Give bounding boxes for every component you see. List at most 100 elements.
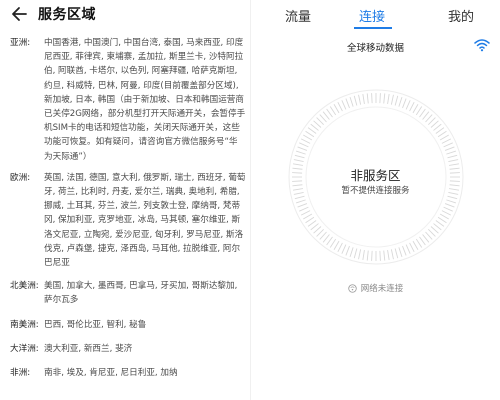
- dial-tick: [425, 114, 433, 123]
- dial-tick: [439, 134, 449, 141]
- page-title: 服务区域: [38, 7, 96, 23]
- dial-tick: [398, 247, 403, 258]
- dial-tick: [366, 250, 369, 261]
- tab-traffic[interactable]: 流量: [285, 6, 311, 25]
- dial-tick: [366, 93, 369, 104]
- dial-tick: [435, 220, 445, 227]
- dial-tick: [329, 238, 337, 248]
- network-status-text: 网络未连接: [360, 284, 404, 294]
- dial-tick: [305, 130, 315, 138]
- dial-tick: [415, 238, 423, 248]
- dial-tick: [383, 93, 386, 104]
- dial-tick: [435, 127, 445, 134]
- region-name: 大洋洲:: [10, 343, 39, 354]
- dial-tick: [341, 100, 347, 110]
- dial-tick: [307, 127, 317, 134]
- dial-tick: [300, 138, 311, 144]
- dial-tick: [441, 210, 452, 216]
- left-header: 服务区域: [0, 0, 250, 30]
- dial-tick: [430, 120, 439, 128]
- dial-tick: [446, 199, 457, 204]
- dial-tick: [303, 134, 313, 141]
- dial-tick: [326, 236, 333, 246]
- dial-tick: [358, 94, 362, 105]
- dial-tick: [446, 150, 457, 155]
- dial-tick: [295, 150, 306, 155]
- region-oceania: 大洋洲: 澳大利亚, 新西兰, 斐济: [10, 342, 246, 356]
- dial-tick: [437, 216, 447, 224]
- dial-tick: [333, 104, 340, 114]
- dial-tick: [443, 206, 453, 212]
- dial-tick: [422, 111, 430, 120]
- dial-tick: [441, 138, 452, 144]
- dial-tick: [419, 236, 426, 246]
- region-countries: 中国香港, 中国澳门, 中国台湾, 泰国, 马来西亚, 印度尼西亚, 菲律宾, …: [44, 38, 246, 162]
- dial-tick: [419, 108, 426, 118]
- dial-tick: [390, 94, 394, 105]
- back-arrow-icon[interactable]: [10, 4, 30, 24]
- dial-tick: [313, 226, 322, 234]
- dial-tick: [443, 142, 453, 148]
- dial-tick: [349, 96, 354, 107]
- dial-tick: [353, 248, 358, 259]
- dial-tick: [358, 249, 362, 260]
- dial-tick: [387, 93, 390, 104]
- dial-tick: [300, 210, 311, 216]
- dial-tick: [379, 250, 381, 261]
- region-name: 欧洲:: [10, 172, 31, 183]
- dial-tick: [326, 108, 333, 118]
- region-north-america: 北美洲: 美国, 加拿大, 墨西哥, 巴拿马, 牙买加, 哥斯达黎加, 萨尔瓦多: [10, 279, 246, 307]
- dial-tick: [294, 195, 305, 200]
- region-europe: 欧洲: 英国, 法国, 德国, 意大利, 俄罗斯, 瑞士, 西班牙, 葡萄牙, …: [10, 171, 246, 270]
- dial-tick: [402, 245, 407, 256]
- tab-connect[interactable]: 连接: [359, 6, 385, 25]
- region-countries: 巴西, 哥伦比亚, 智利, 秘鲁: [44, 319, 147, 330]
- dial-tick: [405, 100, 411, 110]
- dial-tick: [398, 96, 403, 107]
- dial-tick: [390, 249, 394, 260]
- dial-tick: [383, 250, 386, 261]
- dial-tick: [353, 95, 358, 106]
- global-mobile-data-label: 全球移动数据: [346, 43, 404, 54]
- dial-tick: [447, 195, 458, 200]
- dial-tick: [444, 203, 455, 208]
- active-tab-indicator: [354, 27, 392, 29]
- region-name: 亚洲:: [10, 38, 31, 48]
- dial-tick: [412, 240, 419, 250]
- dial-tick: [295, 199, 306, 204]
- dial-tick: [371, 93, 373, 104]
- dial-tick: [362, 93, 365, 104]
- dial-tick: [447, 154, 458, 159]
- region-name: 南美洲:: [10, 319, 39, 330]
- service-area-panel: 服务区域 亚洲: 中国香港, 中国澳门, 中国台湾, 泰国, 马来西亚, 印度尼…: [0, 0, 250, 400]
- dial-tick: [402, 98, 407, 109]
- dial-tick: [428, 229, 436, 237]
- dial-tick: [437, 130, 447, 138]
- dial-tick: [433, 223, 442, 231]
- dial-tick: [316, 229, 324, 237]
- tab-mine[interactable]: 我的: [448, 6, 474, 25]
- tab-bar: 流量 连接 我的: [251, 0, 500, 30]
- dial-tick: [293, 159, 304, 163]
- dial-tick: [310, 223, 319, 231]
- region-countries: 美国, 加拿大, 墨西哥, 巴拿马, 牙买加, 哥斯达黎加, 萨尔瓦多: [44, 281, 238, 306]
- wifi-icon[interactable]: [474, 38, 490, 52]
- dial-tick: [294, 154, 305, 159]
- network-status-icon: [348, 283, 357, 293]
- region-countries: 澳大利亚, 新西兰, 斐济: [44, 343, 133, 354]
- dial-tick: [322, 234, 330, 243]
- dial-tick: [425, 231, 433, 240]
- dial-tick: [316, 117, 324, 125]
- region-countries: 南非, 埃及, 肯尼亚, 尼日利亚, 加纳: [44, 368, 178, 379]
- dial-tick: [319, 114, 327, 123]
- dial-tick: [307, 220, 317, 227]
- dial-tick: [444, 146, 455, 151]
- dial-tick: [337, 242, 343, 253]
- region-south-america: 南美洲: 巴西, 哥伦比亚, 智利, 秘鲁: [10, 318, 246, 332]
- dial-tick: [430, 226, 439, 234]
- region-africa: 非洲: 南非, 埃及, 肯尼亚, 尼日利亚, 加纳: [10, 366, 246, 380]
- dial-tick: [329, 106, 337, 116]
- region-countries: 英国, 法国, 德国, 意大利, 俄罗斯, 瑞士, 西班牙, 葡萄牙, 荷兰, …: [44, 172, 246, 269]
- connection-panel: 流量 连接 我的 全球移动数据 非服务区 暂不提供连接服务 网络未连接: [251, 0, 500, 400]
- dial-tick: [394, 95, 399, 106]
